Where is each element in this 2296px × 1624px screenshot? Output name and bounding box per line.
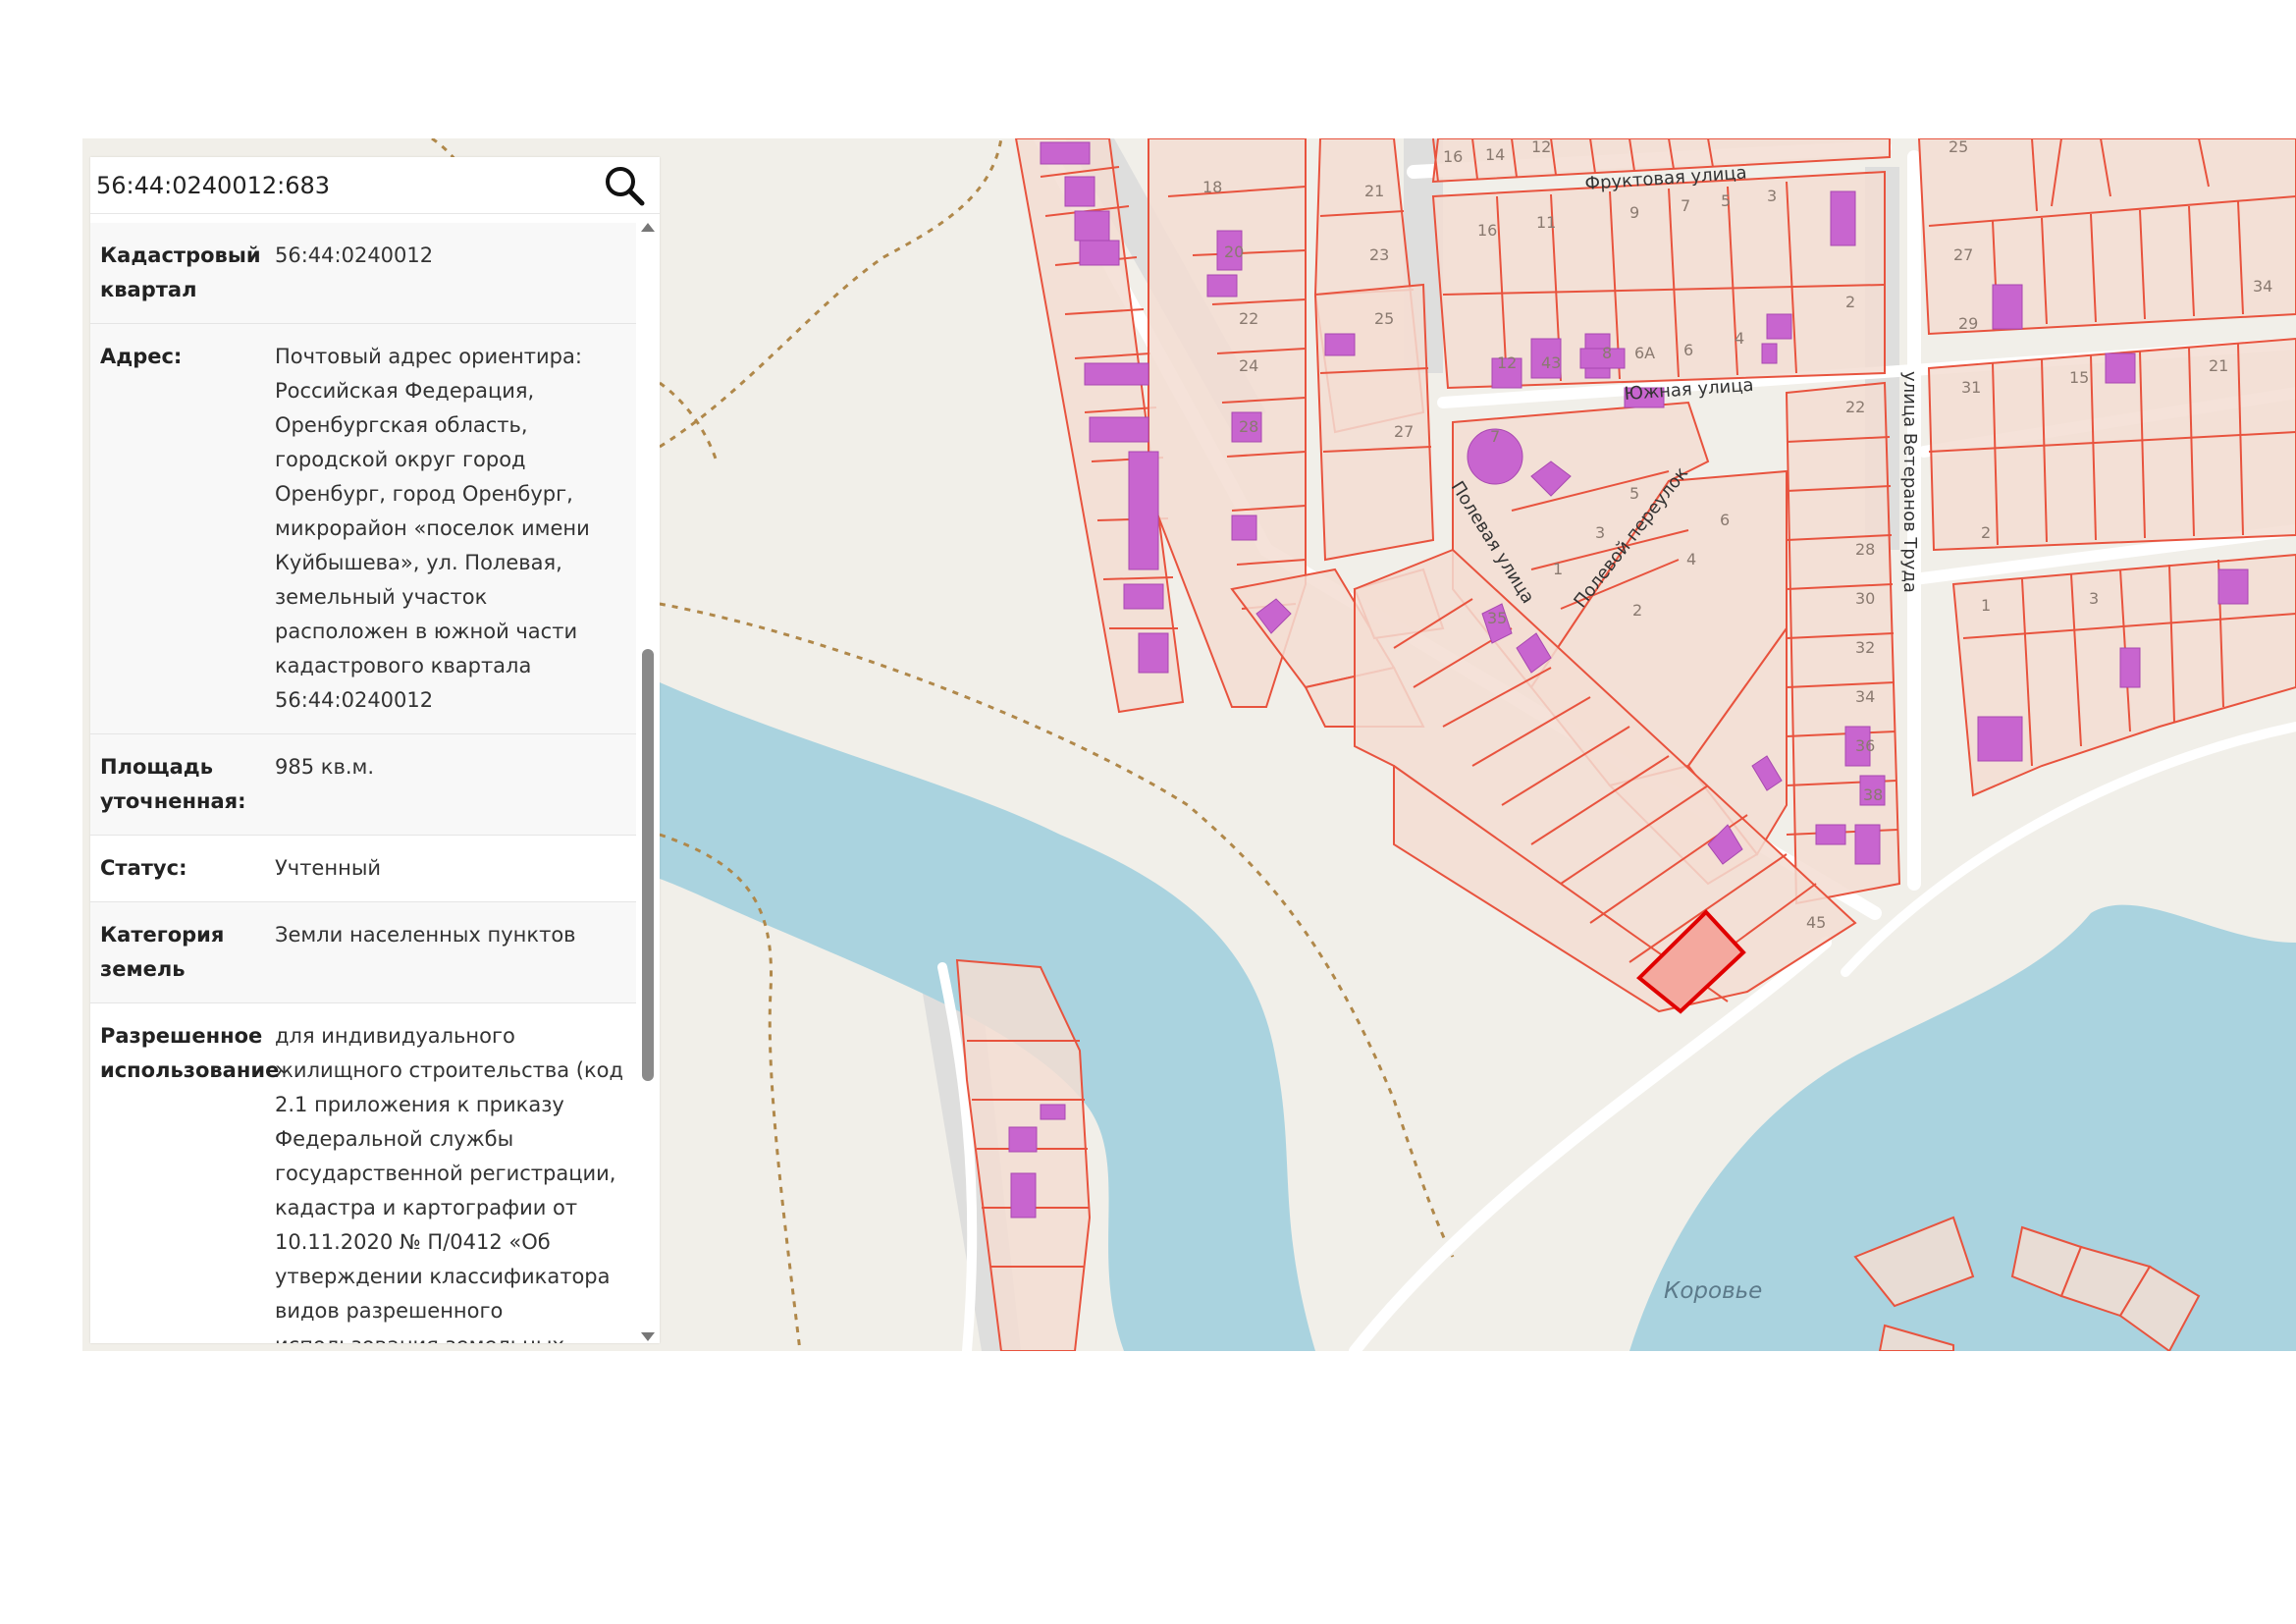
parcel-number-label: 5 <box>1721 191 1731 210</box>
parcel-number-label: 6 <box>1683 341 1693 359</box>
parcel-number-label: 35 <box>1487 609 1507 627</box>
parcel-number-label: 31 <box>1961 378 1981 397</box>
row-area: Площадь уточненная: 985 кв.м. <box>90 734 636 836</box>
parcel-number-label: 25 <box>1374 309 1394 328</box>
parcel-number-label: 16 <box>1443 147 1463 166</box>
row-value: 985 кв.м. <box>275 755 375 779</box>
parcel-number-label: 2 <box>1632 601 1642 620</box>
row-status: Статус: Учтенный <box>90 836 636 902</box>
parcel-number-label: 45 <box>1806 913 1826 932</box>
parcel-number-label: 1 <box>1553 560 1563 578</box>
panel-scrollbar[interactable] <box>638 223 658 1343</box>
parcel-info-panel: Кадастровый квартал 56:44:0240012 Адрес:… <box>90 157 660 1343</box>
search-bar <box>90 157 660 214</box>
parcel-number-label: 5 <box>1629 484 1639 503</box>
parcel-number-label: 29 <box>1958 314 1978 333</box>
parcel-number-label: 6А <box>1634 344 1655 362</box>
parcel-number-label: 25 <box>1949 138 1968 156</box>
parcel-number-label: 34 <box>2253 277 2272 296</box>
row-value: для индивидуального жилищного строительс… <box>275 1024 624 1343</box>
parcel-number-label: 23 <box>1369 245 1389 264</box>
parcel-number-label: 1 <box>1981 596 1991 615</box>
search-button[interactable] <box>595 159 654 212</box>
parcel-number-label: 20 <box>1224 243 1244 261</box>
parcel-number-label: 8 <box>1602 344 1612 362</box>
parcel-number-label: 22 <box>1239 309 1258 328</box>
parcel-number-label: 43 <box>1541 353 1561 372</box>
parcel-number-label: 4 <box>1686 550 1696 568</box>
parcel-number-label: 14 <box>1485 145 1505 164</box>
parcel-number-label: 36 <box>1855 736 1875 755</box>
parcel-number-label: 21 <box>1364 182 1384 200</box>
parcel-number-label: 15 <box>2069 368 2089 387</box>
row-label: Площадь уточненная: <box>100 755 246 813</box>
parcel-number-label: 3 <box>1767 187 1777 205</box>
parcel-number-label: 7 <box>1490 427 1500 446</box>
scroll-down-arrow-icon[interactable] <box>641 1332 655 1341</box>
water-label: Коровье <box>1664 1278 1762 1304</box>
parcel-number-label: 2 <box>1845 293 1855 311</box>
parcel-number-label: 16 <box>1477 221 1497 240</box>
parcel-number-label: 24 <box>1239 356 1258 375</box>
row-label: Категория земель <box>100 923 225 981</box>
parcel-number-label: 7 <box>1681 196 1690 215</box>
parcel-number-label: 38 <box>1863 785 1883 804</box>
parcel-number-label: 22 <box>1845 398 1865 416</box>
row-value: Земли населенных пунктов <box>275 923 576 947</box>
parcel-number-label: 3 <box>1595 523 1605 542</box>
parcel-number-label: 28 <box>1239 417 1258 436</box>
scroll-up-arrow-icon[interactable] <box>641 223 655 232</box>
parcel-number-label: 11 <box>1536 213 1556 232</box>
row-label: Статус: <box>100 856 187 880</box>
parcel-number-label: 27 <box>1953 245 1973 264</box>
parcel-number-label: 4 <box>1735 329 1744 348</box>
row-value: Почтовый адрес ориентира: Российская Фед… <box>275 345 590 712</box>
parcel-number-label: 12 <box>1531 138 1551 156</box>
parcel-number-label: 9 <box>1629 203 1639 222</box>
row-value: 56:44:0240012 <box>275 244 434 267</box>
parcel-number-label: 18 <box>1202 178 1222 196</box>
parcel-number-label: 6 <box>1720 511 1730 529</box>
scrollbar-thumb[interactable] <box>642 649 654 1081</box>
row-address: Адрес: Почтовый адрес ориентира: Российс… <box>90 324 636 734</box>
parcel-number-label: 30 <box>1855 589 1875 608</box>
row-land-category: Категория земель Земли населенных пункто… <box>90 902 636 1003</box>
parcel-info-list[interactable]: Кадастровый квартал 56:44:0240012 Адрес:… <box>90 223 636 1343</box>
parcel-number-label: 32 <box>1855 638 1875 657</box>
parcel-number-label: 3 <box>2089 589 2099 608</box>
row-label: Адрес: <box>100 345 183 368</box>
street-veteranov: улица Ветеранов Труда <box>1899 371 1920 593</box>
parcel-number-label: 34 <box>1855 687 1875 706</box>
row-label: Кадастровый квартал <box>100 244 261 301</box>
row-cadastral-quarter: Кадастровый квартал 56:44:0240012 <box>90 223 636 324</box>
parcel-number-label: 27 <box>1394 422 1414 441</box>
parcel-number-label: 2 <box>1981 523 1991 542</box>
row-label: Разрешенное использование <box>100 1024 280 1082</box>
parcel-number-label: 12 <box>1497 353 1517 372</box>
row-permitted-use: Разрешенное использование для индивидуал… <box>90 1003 636 1343</box>
parcel-number-label: 21 <box>2209 356 2228 375</box>
search-icon <box>606 167 645 206</box>
row-value: Учтенный <box>275 856 382 880</box>
search-input[interactable] <box>90 157 581 213</box>
parcel-number-label: 28 <box>1855 540 1875 559</box>
